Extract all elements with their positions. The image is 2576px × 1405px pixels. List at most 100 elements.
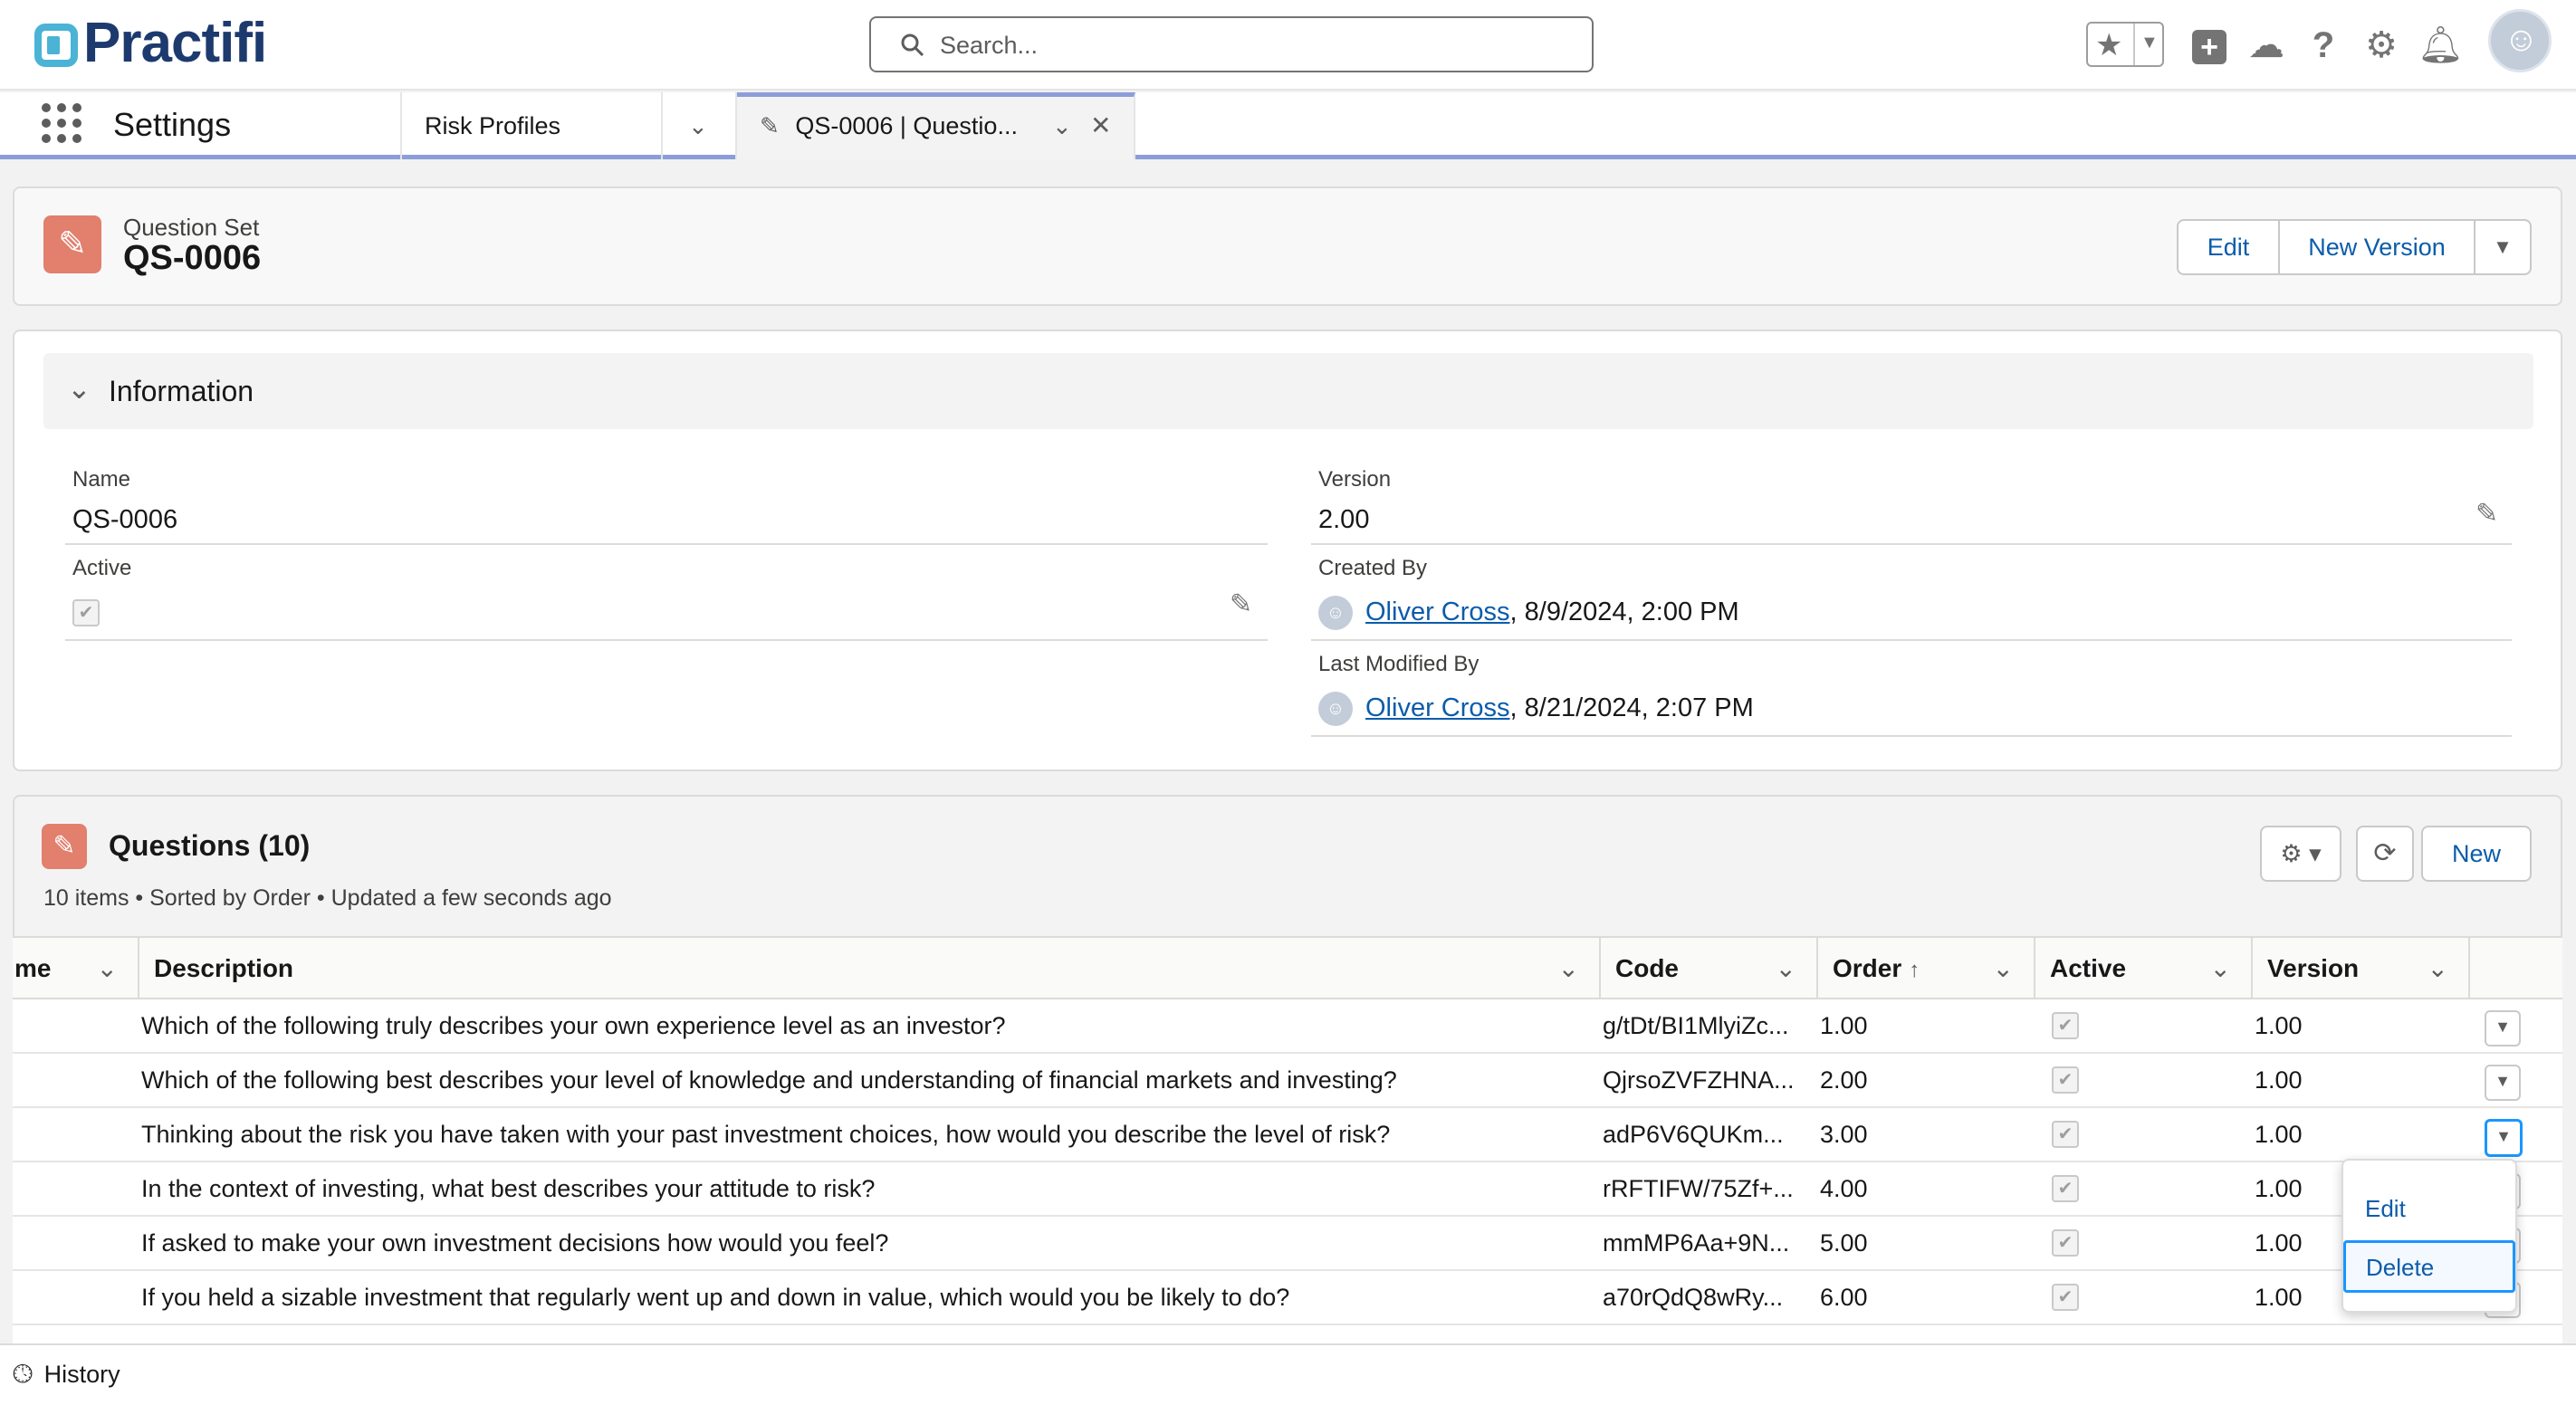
question-description: Which of the following truly describes y… <box>141 1012 1006 1039</box>
tab-risk-profiles[interactable]: Risk Profiles <box>402 92 663 159</box>
question-set-icon: ✎ <box>43 215 101 273</box>
table-row: Which of the following truly describes y… <box>13 999 2562 1054</box>
table-row: If asked to make your own investment dec… <box>13 1217 2562 1271</box>
chevron-down-icon[interactable]: ⌄ <box>1052 97 1072 155</box>
version-value: 2.00 <box>1318 505 1370 534</box>
history-label: History <box>43 1361 120 1388</box>
table-row: In the context of investing, what best d… <box>13 1162 2562 1217</box>
page-title: QS-0006 <box>123 239 262 277</box>
avatar[interactable]: ☺ <box>2488 9 2552 72</box>
new-question-button[interactable]: New <box>2421 826 2532 882</box>
star-icon: ★ <box>2095 28 2123 62</box>
tab-label: Risk Profiles <box>425 112 561 139</box>
column-header-name[interactable]: me ⌄ <box>13 938 139 999</box>
question-order: 2.00 <box>1820 1066 1868 1094</box>
question-description: Which of the following best describes yo… <box>141 1066 1397 1094</box>
question-description: In the context of investing, what best d… <box>141 1175 876 1202</box>
chevron-down-icon: ⌄ <box>688 112 708 139</box>
list-meta: 10 items • Sorted by Order • Updated a f… <box>43 885 612 911</box>
utility-bar: 🕓︎ History <box>0 1343 2576 1405</box>
name-value: QS-0006 <box>72 505 178 534</box>
chevron-down-icon[interactable]: ⌄ <box>1558 938 1579 999</box>
created-by-user-link[interactable]: Oliver Cross <box>1365 597 1510 626</box>
gear-icon[interactable]: ⚙ <box>2360 22 2403 69</box>
row-action-button[interactable]: ▼ <box>2485 1065 2521 1101</box>
column-header-order[interactable]: Order ↑ ⌄ <box>1818 938 2035 999</box>
edit-active-pencil-icon[interactable]: ✎ <box>1230 588 1252 620</box>
refresh-button[interactable]: ⟳ <box>2356 826 2414 882</box>
app-launcher-icon[interactable] <box>42 103 81 143</box>
question-description: If asked to make your own investment dec… <box>141 1229 889 1257</box>
brand-logo-text: Practifi <box>83 12 267 74</box>
tab-question-set[interactable]: ✎ QS-0006 | Questio... ⌄ ✕ <box>737 92 1135 159</box>
column-header-code[interactable]: Code ⌄ <box>1601 938 1818 999</box>
user-avatar-icon: ☺ <box>1318 692 1353 726</box>
new-version-button[interactable]: New Version <box>2278 219 2475 275</box>
column-header-active[interactable]: Active ⌄ <box>2035 938 2253 999</box>
user-avatar-icon: ☺ <box>2504 21 2539 59</box>
history-utility[interactable]: 🕓︎ History <box>13 1360 120 1392</box>
favorites-button[interactable]: ★ ▼ <box>2086 22 2164 67</box>
last-modified-value: Oliver Cross, 8/21/2024, 2:07 PM <box>1365 693 1754 723</box>
record-header: ✎ Question Set QS-0006 Edit New Version … <box>13 186 2562 306</box>
question-icon: ✎ <box>42 824 87 869</box>
menu-item-delete[interactable]: Delete <box>2343 1240 2515 1293</box>
last-modified-label: Last Modified By <box>1318 652 1480 676</box>
table-row: Thinking about the risk you have taken w… <box>13 1108 2562 1162</box>
column-label: me <box>14 954 52 982</box>
active-label: Active <box>72 556 132 580</box>
menu-item-edit[interactable]: Edit <box>2365 1195 2406 1223</box>
active-checkbox: ✔ <box>72 599 100 626</box>
chevron-down-icon[interactable]: ⌄ <box>1993 938 2014 999</box>
chevron-down-icon[interactable]: ⌄ <box>2210 938 2231 999</box>
table-row: Which of the following best describes yo… <box>13 1054 2562 1108</box>
question-order: 5.00 <box>1820 1229 1868 1257</box>
column-header-description[interactable]: Description ⌄ <box>139 938 1601 999</box>
notification-bell-icon[interactable]: 🔔︎ <box>2418 22 2464 69</box>
question-code: a70rQdQ8wRy... <box>1603 1284 1784 1311</box>
more-actions-button[interactable]: ▼ <box>2474 219 2532 275</box>
tab-label: QS-0006 | Questio... <box>795 112 1018 139</box>
information-section-header[interactable]: ⌄ Information <box>43 353 2533 429</box>
record-object-label: Question Set <box>123 214 260 241</box>
details-card: ⌄ Information Name QS-0006 Active ✔ ✎ Ve… <box>13 330 2562 771</box>
chevron-down-icon[interactable]: ⌄ <box>1776 938 1796 999</box>
search-input[interactable]: Search... <box>869 16 1594 72</box>
chevron-down-icon[interactable]: ⌄ <box>2428 938 2448 999</box>
active-checkbox: ✔ <box>2052 1229 2079 1257</box>
name-label: Name <box>72 467 131 492</box>
version-label: Version <box>1318 467 1392 492</box>
search-icon <box>901 33 924 57</box>
active-checkbox: ✔ <box>2052 1066 2079 1094</box>
row-action-button[interactable]: ▼ <box>2485 1119 2523 1157</box>
row-action-button[interactable]: ▼ <box>2485 1010 2521 1047</box>
nav-more-dropdown[interactable]: ⌄ <box>663 92 737 159</box>
global-add-icon[interactable]: + <box>2189 22 2229 69</box>
question-version: 1.00 <box>2255 1121 2303 1148</box>
column-label: Description <box>154 954 294 982</box>
active-checkbox: ✔ <box>2052 1284 2079 1311</box>
question-code: rRFTIFW/75Zf+... <box>1603 1175 1794 1202</box>
questions-title[interactable]: Questions (10) <box>109 829 310 863</box>
search-placeholder: Search... <box>940 32 1039 59</box>
active-checkbox: ✔ <box>2052 1175 2079 1202</box>
trailhead-icon[interactable]: ☁ <box>2244 22 2289 69</box>
question-description: If you held a sizable investment that re… <box>141 1284 1290 1311</box>
app-name: Settings <box>113 106 232 143</box>
column-header-actions <box>2470 938 2562 999</box>
clock-icon: 🕓︎ <box>13 1360 34 1388</box>
chevron-down-icon[interactable]: ⌄ <box>97 938 118 999</box>
question-code: g/tDt/BI1MlyiZc... <box>1603 1012 1789 1039</box>
edit-version-pencil-icon[interactable]: ✎ <box>2475 498 2498 530</box>
question-code: mmMP6Aa+9N... <box>1603 1229 1790 1257</box>
help-icon[interactable]: ? <box>2303 22 2343 69</box>
list-settings-button[interactable]: ⚙ ▾ <box>2260 826 2341 882</box>
modified-by-user-link[interactable]: Oliver Cross <box>1365 693 1510 722</box>
global-header: Practifi Search... ★ ▼ + ☁ ? ⚙ 🔔︎ ☺ <box>0 0 2576 91</box>
column-header-version[interactable]: Version ⌄ <box>2253 938 2470 999</box>
question-code: adP6V6QUKm... <box>1603 1121 1784 1148</box>
question-order: 3.00 <box>1820 1121 1868 1148</box>
created-by-value: Oliver Cross, 8/9/2024, 2:00 PM <box>1365 597 1739 627</box>
close-icon[interactable]: ✕ <box>1090 97 1111 155</box>
edit-button[interactable]: Edit <box>2177 219 2280 275</box>
